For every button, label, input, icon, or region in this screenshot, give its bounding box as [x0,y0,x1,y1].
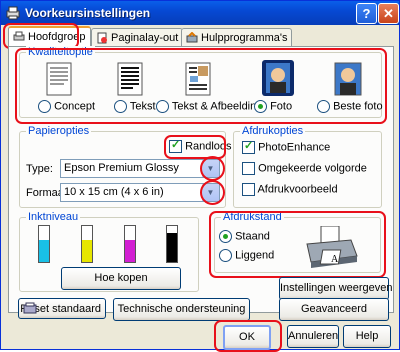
option-label: Foto [270,100,293,113]
orientation-portrait[interactable]: Staand [219,230,270,243]
ink-fill [125,239,135,262]
quality-option-foto[interactable]: Foto [254,100,292,113]
titlebar-help-button[interactable]: ? [356,3,377,24]
window-title: Voorkeursinstellingen [25,6,151,20]
svg-text:A: A [331,254,339,265]
ink-fill [39,239,49,262]
help-button[interactable]: Help [343,325,391,348]
technical-support-button[interactable]: Technische ondersteuning [113,298,250,321]
option-label: Tekst [129,100,156,113]
ink-cartridge-black [166,225,178,263]
printer-app-icon [6,6,20,20]
orientation-landscape[interactable]: Liggend [219,249,274,262]
radio-button[interactable] [156,100,169,113]
show-settings-button[interactable]: Instellingen weergeven [279,277,393,300]
text-quality-icon [117,62,143,96]
checkbox[interactable] [242,183,255,196]
ink-level-label: Inktniveau [26,211,81,223]
option-label: Concept [54,100,96,113]
type-label: Type: [26,163,53,175]
paper-options-label: Papieropties [26,125,92,137]
checkbox[interactable] [242,139,255,154]
titlebar-close-button[interactable]: ✕ [378,3,399,24]
utility-icon [186,32,198,43]
checkbox[interactable] [242,162,255,175]
quality-option-beste-foto[interactable]: Beste foto [317,100,383,113]
radio-button[interactable] [38,100,51,113]
tab-label: Hulpprogramma's [201,32,288,44]
printer-orientation-icon: A [306,226,358,268]
tab-hulpprogrammas[interactable]: Hulpprogramma's [181,28,293,47]
photo-quality-icon [262,60,294,96]
format-arrow-highlight [200,180,225,205]
tab-label: Paginalay-out [111,32,179,44]
ink-cartridge-yellow [81,225,93,263]
radio-button[interactable] [254,100,267,113]
how-to-buy-button[interactable]: Hoe kopen [61,267,181,290]
quality-option-tekst[interactable]: Tekst [114,100,156,113]
borderless-highlight [164,135,226,159]
print-options-label: Afdrukopties [240,125,306,137]
orientation-highlight [209,211,386,278]
photoenhance-checkbox[interactable]: PhotoEnhance [242,139,331,154]
reset-icon [23,302,37,314]
paper-format-value: 10 x 15 cm (4 x 6 in) [64,186,164,198]
text-image-quality-icon [185,62,211,96]
draft-quality-icon [46,62,72,96]
reset-defaults-button[interactable]: Reset standaard [18,298,106,319]
radio-button[interactable] [219,230,232,243]
photoenhance-label: PhotoEnhance [258,141,331,154]
print-preview-label: Afdrukvoorbeeld [257,183,338,196]
cancel-button[interactable]: Annuleren [287,325,339,348]
ink-fill [82,239,92,262]
portrait-label: Staand [235,230,270,243]
radio-button[interactable] [114,100,127,113]
advanced-button[interactable]: Geavanceerd [279,298,389,321]
ink-cartridge-magenta [124,225,136,263]
quality-option-concept[interactable]: Concept [38,100,95,113]
preferences-window: Voorkeursinstellingen ? ✕ Hoofdgroep Pag… [0,0,400,352]
reverse-order-label: Omgekeerde volgorde [258,162,367,175]
page-layout-icon [97,32,107,44]
print-preview-checkbox[interactable]: Afdrukvoorbeeld [242,183,338,196]
tab-paginalay-out[interactable]: Paginalay-out [91,28,184,47]
paper-format-select[interactable]: 10 x 15 cm (4 x 6 in) ▼ [60,183,220,202]
quality-option-tekst-afbeelding[interactable]: Tekst & Afbeelding [156,100,262,113]
paper-type-value: Epson Premium Glossy [64,162,179,174]
ink-fill [167,233,177,262]
best-photo-quality-icon [334,62,362,96]
title-bar[interactable]: Voorkeursinstellingen ? ✕ [1,1,399,25]
option-label: Beste foto [333,100,383,113]
ink-cartridge-cyan [38,225,50,263]
radio-button[interactable] [317,100,330,113]
paper-type-select[interactable]: Epson Premium Glossy ▼ [60,159,220,178]
option-label: Tekst & Afbeelding [171,100,263,113]
ok-highlight [214,320,282,352]
radio-button[interactable] [219,249,232,262]
type-arrow-highlight [200,156,225,181]
reverse-order-checkbox[interactable]: Omgekeerde volgorde [242,162,367,175]
landscape-label: Liggend [235,249,275,262]
